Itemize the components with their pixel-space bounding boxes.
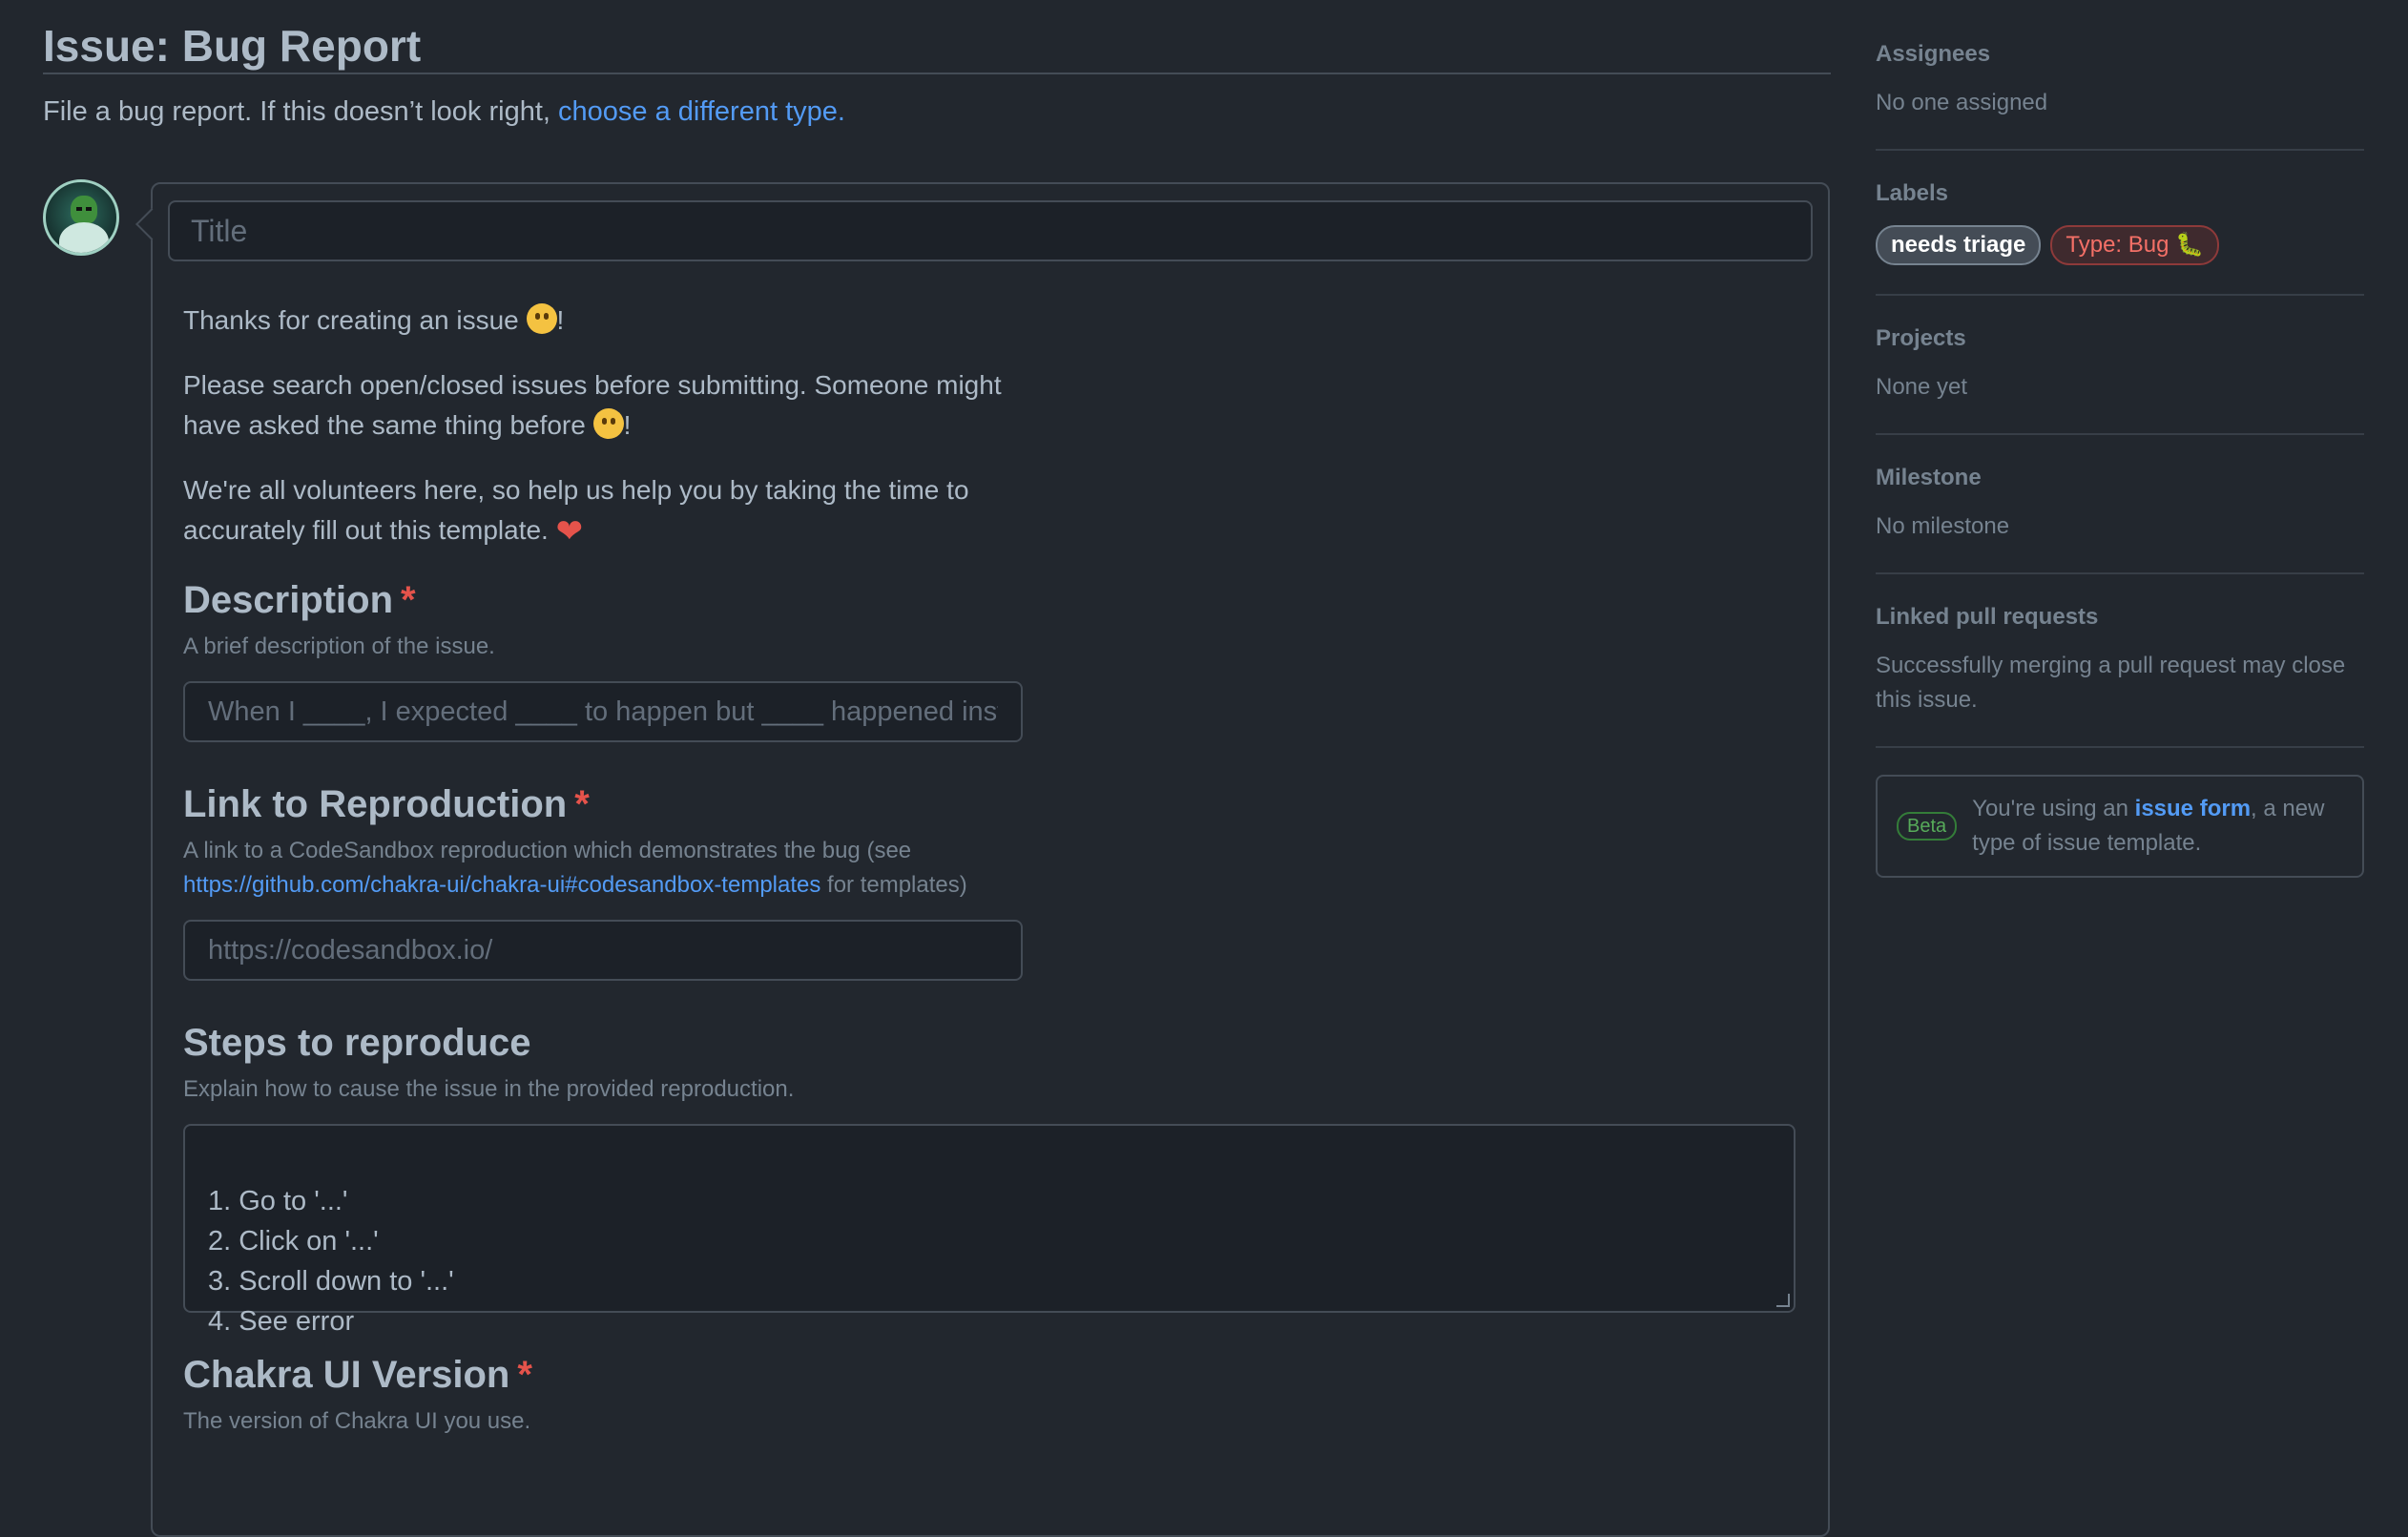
description-input[interactable] bbox=[183, 681, 1023, 742]
linked-prs-section: Linked pull requests Successfully mergin… bbox=[1876, 601, 2364, 748]
beta-badge: Beta bbox=[1897, 812, 1958, 841]
label-type-bug[interactable]: Type: Bug 🐛 bbox=[2050, 225, 2220, 265]
winking-emoji-icon bbox=[592, 408, 624, 439]
intro-text: Thanks for creating an issue ! Please se… bbox=[183, 301, 1824, 551]
projects-section[interactable]: Projects None yet bbox=[1876, 322, 2364, 435]
description-help: A brief description of the issue. bbox=[183, 633, 495, 659]
description-label: Description * bbox=[183, 579, 416, 621]
reproduction-input[interactable] bbox=[183, 920, 1023, 981]
milestone-section[interactable]: Milestone No milestone bbox=[1876, 462, 2364, 574]
issue-form: Thanks for creating an issue ! Please se… bbox=[151, 182, 1830, 1537]
projects-value: None yet bbox=[1876, 374, 1968, 400]
reproduction-help: A link to a CodeSandbox reproduction whi… bbox=[183, 838, 967, 898]
beta-text: You're using an issue form, a new type o… bbox=[1972, 796, 2325, 856]
intro-line-1: Thanks for creating an issue ! bbox=[183, 303, 565, 335]
heart-emoji-icon: ❤ bbox=[555, 513, 584, 550]
page-subtitle: File a bug report. If this doesn’t look … bbox=[43, 93, 1831, 130]
steps-help: Explain how to cause the issue in the pr… bbox=[183, 1076, 795, 1102]
description-field: Description * A brief description of the … bbox=[183, 576, 1824, 742]
form-content: Thanks for creating an issue ! Please se… bbox=[183, 301, 1824, 1477]
milestone-value: No milestone bbox=[1876, 513, 2010, 539]
page-title: Issue: Bug Report bbox=[43, 0, 1831, 74]
required-mark: * bbox=[401, 579, 416, 621]
resize-handle-icon[interactable] bbox=[1776, 1294, 1790, 1307]
assignees-value: No one assigned bbox=[1876, 90, 2048, 115]
linked-prs-heading: Linked pull requests bbox=[1876, 604, 2099, 630]
labels-list: needs triage Type: Bug 🐛 bbox=[1876, 225, 2364, 265]
projects-heading[interactable]: Projects bbox=[1876, 322, 2364, 355]
labels-section[interactable]: Labels needs triage Type: Bug 🐛 bbox=[1876, 177, 2364, 296]
subtitle-text: File a bug report. If this doesn’t look … bbox=[43, 96, 558, 127]
grinning-emoji-icon bbox=[526, 303, 557, 334]
label-needs-triage[interactable]: needs triage bbox=[1876, 225, 2042, 265]
linked-prs-value: Successfully merging a pull request may … bbox=[1876, 653, 2346, 713]
title-input[interactable] bbox=[168, 200, 1813, 261]
milestone-heading[interactable]: Milestone bbox=[1876, 462, 2364, 494]
reproduction-label: Link to Reproduction * bbox=[183, 783, 590, 825]
steps-field: Steps to reproduce Explain how to cause … bbox=[183, 1019, 1824, 1337]
version-field: Chakra UI Version * The version of Chakra… bbox=[183, 1351, 1824, 1439]
steps-textarea[interactable]: 1. Go to '...' 2. Click on '...' 3. Scro… bbox=[183, 1124, 1796, 1337]
required-mark: * bbox=[517, 1354, 532, 1396]
steps-label: Steps to reproduce bbox=[183, 1022, 531, 1064]
version-label: Chakra UI Version * bbox=[183, 1354, 532, 1396]
sidebar: Assignees No one assigned Labels needs t… bbox=[1876, 38, 2364, 878]
assignees-section[interactable]: Assignees No one assigned bbox=[1876, 38, 2364, 151]
required-mark: * bbox=[574, 783, 590, 825]
beta-notice: Beta You're using an issue form, a new t… bbox=[1876, 775, 2364, 878]
avatar[interactable] bbox=[43, 179, 119, 256]
main-content: Issue: Bug Report File a bug report. If … bbox=[43, 0, 1831, 1537]
labels-heading[interactable]: Labels bbox=[1876, 177, 2364, 210]
reproduction-field: Link to Reproduction * A link to a CodeSa… bbox=[183, 780, 1824, 981]
choose-type-link[interactable]: choose a different type. bbox=[558, 96, 845, 127]
version-help: The version of Chakra UI you use. bbox=[183, 1408, 531, 1434]
intro-line-3: We're all volunteers here, so help us he… bbox=[183, 475, 969, 550]
assignees-heading[interactable]: Assignees bbox=[1876, 38, 2364, 71]
codesandbox-templates-link[interactable]: https://github.com/chakra-ui/chakra-ui#c… bbox=[183, 872, 820, 898]
issue-form-link[interactable]: issue form bbox=[2135, 796, 2251, 821]
intro-line-2: Please search open/closed issues before … bbox=[183, 370, 1002, 440]
